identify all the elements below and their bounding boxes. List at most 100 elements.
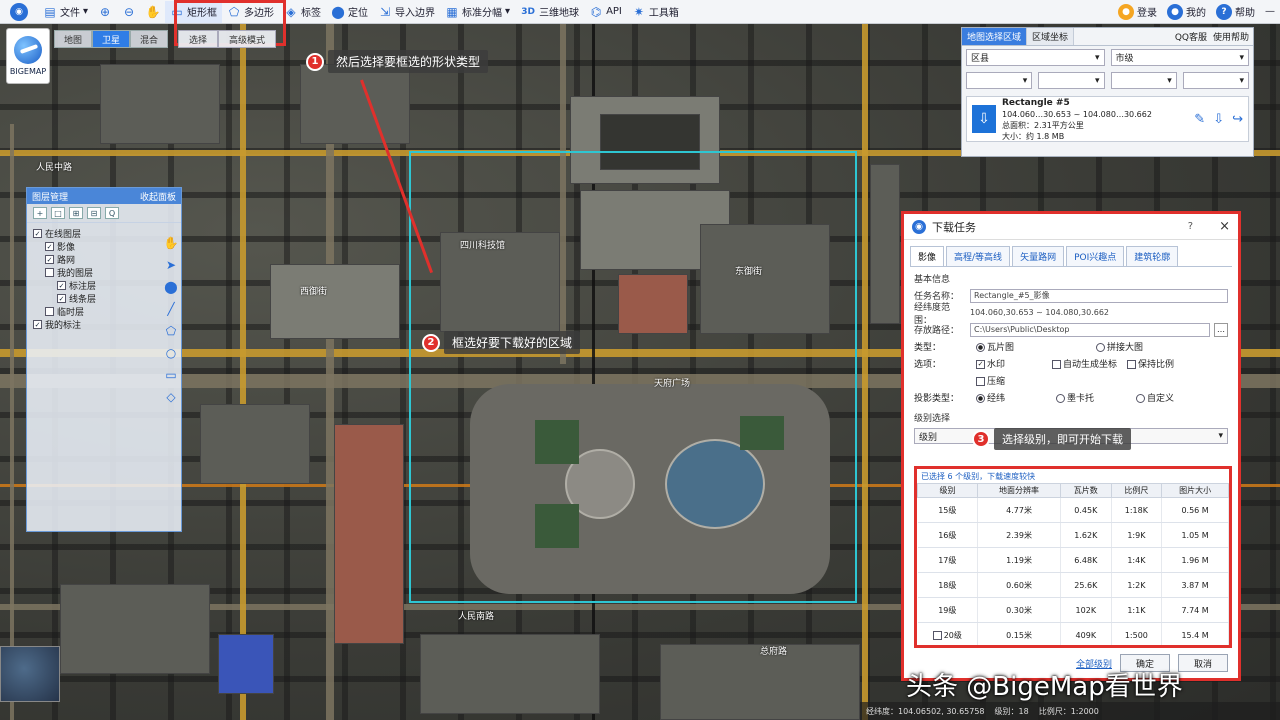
browse-folder-icon[interactable]: … xyxy=(1214,322,1228,337)
county-select[interactable]: 区县 ▾ xyxy=(966,49,1105,66)
checkbox[interactable]: ✓ xyxy=(33,229,42,238)
col-tiles[interactable]: 瓦片数 xyxy=(1060,483,1112,498)
overview-minimap[interactable] xyxy=(0,646,60,702)
app-menu-button[interactable]: ◉ xyxy=(0,1,38,23)
row-checkbox[interactable] xyxy=(932,630,942,640)
folder-icon[interactable]: □ xyxy=(51,207,65,219)
city-select[interactable]: 市级 ▾ xyxy=(1110,49,1249,66)
select-empty-1[interactable]: ▾ xyxy=(966,72,1033,89)
3d-earth-button[interactable]: 3D 三维地球 xyxy=(515,1,584,23)
table-row[interactable]: 19级 0.30米 102K 1:1K 7.74 M xyxy=(917,597,1229,623)
layer-node[interactable]: 临时层 xyxy=(33,305,175,318)
col-resolution[interactable]: 地面分辨率 xyxy=(977,483,1062,498)
type-tiles-radio[interactable]: 瓦片图 xyxy=(976,340,1086,353)
standard-sheet-button[interactable]: ▦ 标准分幅 ▾ xyxy=(440,1,515,23)
table-row[interactable]: 20级 0.15米 409K 1:500 15.4 M xyxy=(917,622,1229,645)
polygon-icon[interactable]: ⬠ xyxy=(164,324,178,338)
tag-button[interactable]: ◈ 标签 xyxy=(279,1,326,23)
eraser-icon[interactable]: ◇ xyxy=(164,390,178,404)
locate-button[interactable]: ⬤ 定位 xyxy=(326,1,373,23)
layer-node[interactable]: ✓ 在线图层 xyxy=(33,227,175,240)
selected-shape-card[interactable]: ⇩ Rectangle #5 104.060…30.653 ~ 104.080…… xyxy=(966,96,1249,142)
tab-poi[interactable]: POI兴趣点 xyxy=(1066,246,1125,266)
circle-icon[interactable]: ○ xyxy=(164,346,178,360)
compress-checkbox[interactable]: 压缩 xyxy=(976,374,1005,387)
api-button[interactable]: ⌬ API xyxy=(584,1,627,23)
tab-selection-area[interactable]: 地图选择区域 xyxy=(962,28,1028,45)
checkbox[interactable]: ✓ xyxy=(57,281,66,290)
keep-ratio-checkbox[interactable]: 保持比例 xyxy=(1127,357,1174,370)
line-icon[interactable]: ╱ xyxy=(164,302,178,316)
checkbox[interactable] xyxy=(45,268,54,277)
rectangle-icon[interactable]: ▭ xyxy=(164,368,178,382)
layer-node[interactable]: ✓ 路网 xyxy=(33,253,175,266)
tab-map[interactable]: 地图 xyxy=(54,30,92,48)
col-level[interactable]: 级别 xyxy=(917,483,979,498)
login-button[interactable]: ● 登录 xyxy=(1113,1,1162,23)
file-menu[interactable]: ▤ 文件 ▾ xyxy=(38,1,93,23)
col-size[interactable]: 图片大小 xyxy=(1161,483,1229,498)
my-account-button[interactable]: ● 我的 xyxy=(1162,1,1211,23)
minimize-button[interactable]: — xyxy=(1260,1,1280,23)
layer-node[interactable]: ✓ 影像 xyxy=(33,240,175,253)
share-icon[interactable]: ↪ xyxy=(1232,112,1243,127)
task-name-input[interactable]: Rectangle_#5_影像 xyxy=(970,288,1228,303)
download-icon[interactable]: ⇩ xyxy=(1213,112,1224,127)
zoom-in-button[interactable]: ⊕ xyxy=(93,1,117,23)
tab-area-coords[interactable]: 区域坐标 xyxy=(1027,28,1075,45)
usage-help-link[interactable]: 使用帮助 xyxy=(1213,30,1249,43)
auto-coords-checkbox[interactable]: 自动生成坐标 xyxy=(1052,357,1117,370)
layer-node[interactable]: 我的图层 xyxy=(33,266,175,279)
proj-custom-radio[interactable]: 自定义 xyxy=(1136,391,1174,404)
polygon-select-button[interactable]: ⬠ 多边形 xyxy=(222,1,279,23)
search-icon[interactable]: Q xyxy=(105,207,119,219)
table-row[interactable]: 18级 0.60米 25.6K 1:2K 3.87 M xyxy=(917,572,1229,598)
collapse-icon[interactable]: ⊟ xyxy=(87,207,101,219)
close-icon[interactable]: × xyxy=(1219,219,1230,234)
table-row[interactable]: 17级 1.19米 6.48K 1:4K 1.96 M xyxy=(917,547,1229,573)
pointer-icon[interactable]: ➤ xyxy=(164,258,178,272)
dialog-help-button[interactable]: ? xyxy=(1188,221,1193,232)
select-empty-4[interactable]: ▾ xyxy=(1182,72,1249,89)
pan-button[interactable]: ✋ xyxy=(141,1,165,23)
qq-support-link[interactable]: QQ客服 xyxy=(1175,30,1207,43)
import-boundary-button[interactable]: ⇲ 导入边界 xyxy=(373,1,440,23)
tab-vector-roads[interactable]: 矢量路网 xyxy=(1012,246,1065,266)
tab-advanced[interactable]: 高级模式 xyxy=(218,30,277,48)
proj-latlng-radio[interactable]: 经纬 xyxy=(976,391,1046,404)
save-path-input[interactable]: C:\Users\Public\Desktop xyxy=(970,322,1210,337)
checkbox[interactable]: ✓ xyxy=(33,320,42,329)
help-button[interactable]: ? 帮助 xyxy=(1211,1,1260,23)
cancel-button[interactable]: 取消 xyxy=(1178,654,1228,672)
select-empty-3[interactable]: ▾ xyxy=(1110,72,1177,89)
toolbox-button[interactable]: ✷ 工具箱 xyxy=(627,1,684,23)
collapse-panel-link[interactable]: 收起面板 xyxy=(140,190,176,203)
checkbox[interactable] xyxy=(45,307,54,316)
table-row[interactable]: 15级 4.77米 0.45K 1:18K 0.56 M xyxy=(917,497,1229,523)
tab-select[interactable]: 选择 xyxy=(178,30,219,48)
col-scale[interactable]: 比例尺 xyxy=(1110,483,1163,498)
proj-mercator-radio[interactable]: 墨卡托 xyxy=(1056,391,1126,404)
edit-icon[interactable]: ✎ xyxy=(1194,112,1205,127)
marker-icon[interactable]: ⬤ xyxy=(164,280,178,294)
tab-hybrid[interactable]: 混合 xyxy=(130,30,168,48)
layer-node[interactable]: ✓ 我的标注 xyxy=(33,318,175,331)
add-layer-icon[interactable]: + xyxy=(33,207,47,219)
layer-node[interactable]: ✓ 线条层 xyxy=(33,292,175,305)
checkbox[interactable]: ✓ xyxy=(45,242,54,251)
tab-buildings[interactable]: 建筑轮廓 xyxy=(1126,246,1179,266)
zoom-out-button[interactable]: ⊖ xyxy=(117,1,141,23)
selection-rectangle[interactable] xyxy=(409,151,857,603)
tab-satellite[interactable]: 卫星 xyxy=(92,30,130,48)
rectangle-select-button[interactable]: ▭ 矩形框 xyxy=(165,0,223,23)
checkbox[interactable]: ✓ xyxy=(45,255,54,264)
hand-icon[interactable]: ✋ xyxy=(164,236,179,250)
table-row[interactable]: 16级 2.39米 1.62K 1:9K 1.05 M xyxy=(917,522,1229,548)
tab-imagery[interactable]: 影像 xyxy=(910,246,945,266)
tab-elevation[interactable]: 高程/等高线 xyxy=(946,246,1011,266)
layer-node[interactable]: ✓ 标注层 xyxy=(33,279,175,292)
type-mosaic-radio[interactable]: 拼接大图 xyxy=(1096,340,1143,353)
select-empty-2[interactable]: ▾ xyxy=(1038,72,1105,89)
expand-icon[interactable]: ⊞ xyxy=(69,207,83,219)
watermark-checkbox[interactable]: ✓ 水印 xyxy=(976,357,1042,370)
